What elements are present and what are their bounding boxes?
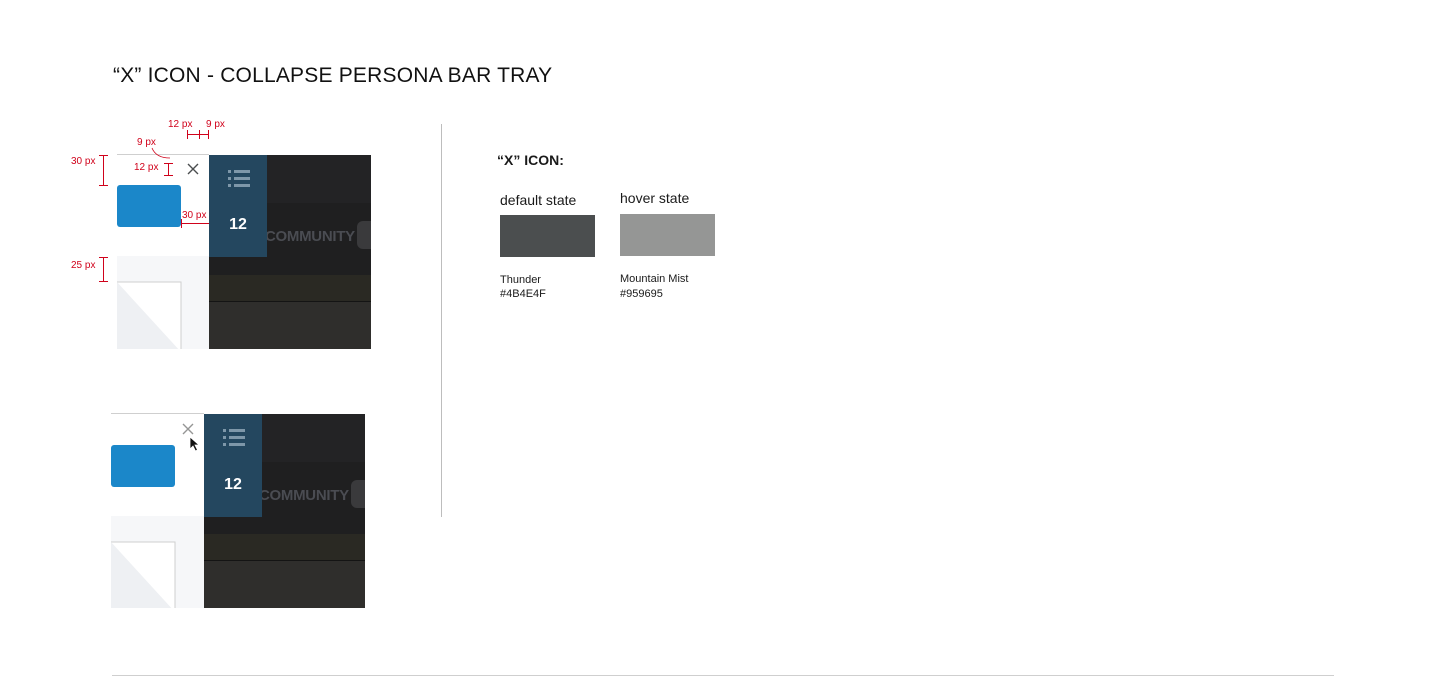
community-label: COMMUNITY	[265, 228, 355, 245]
hover-color-hex: #959695	[620, 288, 663, 300]
primary-button[interactable]	[111, 445, 175, 487]
content-panel	[117, 256, 209, 349]
bottom-divider	[112, 675, 1334, 676]
cursor-arrow-icon	[189, 436, 201, 452]
list-icon[interactable]	[228, 170, 250, 188]
measure-icon-12: 12 px	[134, 162, 159, 173]
vertical-divider	[441, 124, 442, 517]
hover-color-swatch	[620, 214, 715, 256]
default-color-name: Thunder	[500, 274, 541, 286]
default-state-label: default state	[500, 192, 577, 208]
default-color-swatch	[500, 215, 595, 257]
tray-count: 12	[229, 216, 247, 233]
content-panel	[111, 516, 204, 608]
persona-bar-tray: 12	[204, 414, 262, 517]
measure-gap-25: 25 px	[71, 260, 96, 271]
mockup-default: COMMUNITY 12	[117, 155, 371, 349]
hover-state-label: hover state	[620, 190, 690, 206]
hover-color-name: Mountain Mist	[620, 273, 689, 285]
measure-top-a: 12 px	[168, 119, 193, 130]
close-icon[interactable]	[187, 163, 199, 175]
close-icon-hover[interactable]	[182, 423, 194, 435]
tray-count: 12	[224, 476, 242, 493]
community-label: COMMUNITY	[259, 487, 349, 504]
measure-height-30: 30 px	[71, 156, 96, 167]
page-title: “X” ICON - COLLAPSE PERSONA BAR TRAY	[113, 64, 553, 87]
spec-heading: “X” ICON:	[497, 152, 564, 168]
measure-right-30: 30 px	[182, 210, 207, 221]
primary-button[interactable]	[117, 185, 181, 227]
default-color-hex: #4B4E4F	[500, 288, 546, 300]
persona-bar-tray: 12	[209, 155, 267, 257]
measure-top-b: 9 px	[206, 119, 225, 130]
list-icon[interactable]	[223, 429, 245, 447]
mockup-hover: COMMUNITY 12	[111, 414, 365, 608]
